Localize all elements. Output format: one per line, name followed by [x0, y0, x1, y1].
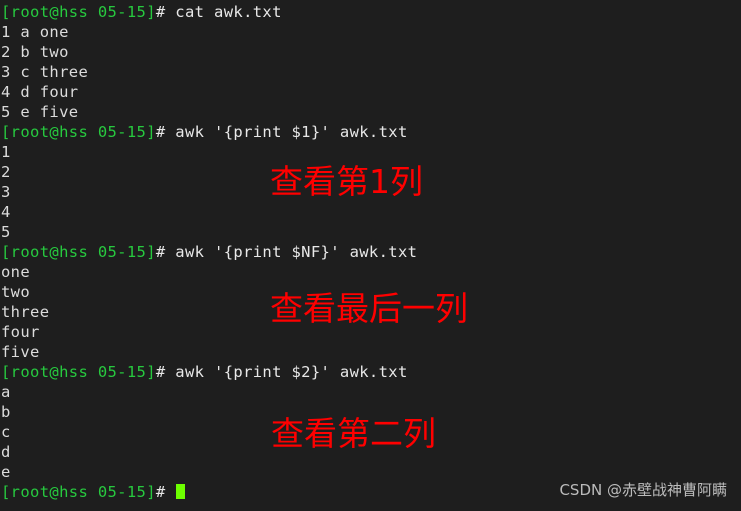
- output-text: five: [1, 343, 40, 361]
- output-text: 2 b two: [1, 43, 69, 61]
- output-text: 3 c three: [1, 63, 89, 81]
- output-text: 1 a one: [1, 23, 69, 41]
- shell-command: cat awk.txt: [165, 3, 282, 21]
- shell-prompt: [root@hss 05-15]: [1, 3, 156, 21]
- shell-prompt: [root@hss 05-15]: [1, 483, 156, 501]
- output-text: 5: [1, 223, 11, 241]
- output-text: 1: [1, 143, 11, 161]
- output-text: three: [1, 303, 50, 321]
- output-text: d: [1, 443, 11, 461]
- shell-command: awk '{print $NF}' awk.txt: [165, 243, 418, 261]
- terminal-output-line: e: [1, 462, 741, 482]
- terminal-command-line: [root@hss 05-15]# awk '{print $NF}' awk.…: [1, 242, 741, 262]
- terminal-window[interactable]: [root@hss 05-15]# cat awk.txt 1 a one 2 b …: [0, 0, 741, 511]
- terminal-output-line: 2 b two: [1, 42, 741, 62]
- output-text: c: [1, 423, 11, 441]
- terminal-output-line: 5 e five: [1, 102, 741, 122]
- terminal-command-line: [root@hss 05-15]# cat awk.txt: [1, 2, 741, 22]
- output-text: one: [1, 263, 31, 281]
- terminal-output-line: 1 a one: [1, 22, 741, 42]
- terminal-output-line: five: [1, 342, 741, 362]
- terminal-output-line: 4 d four: [1, 82, 741, 102]
- prompt-hash: #: [155, 123, 166, 141]
- annotation-last-column: 查看最后一列: [270, 289, 468, 328]
- prompt-hash: #: [155, 483, 166, 501]
- shell-command: [166, 483, 176, 501]
- text-cursor: [176, 484, 186, 499]
- csdn-watermark: CSDN @赤壁战神曹阿瞒: [559, 481, 727, 499]
- output-text: 4 d four: [1, 83, 79, 101]
- terminal-output-line: one: [1, 262, 741, 282]
- output-text: four: [1, 323, 40, 341]
- annotation-second-column: 查看第二列: [271, 414, 436, 453]
- output-text: 3: [1, 183, 11, 201]
- shell-prompt: [root@hss 05-15]: [1, 363, 156, 381]
- output-text: b: [1, 403, 11, 421]
- output-text: 4: [1, 203, 11, 221]
- prompt-hash: #: [155, 3, 166, 21]
- terminal-output-line: 4: [1, 202, 741, 222]
- output-text: e: [1, 463, 11, 481]
- terminal-command-line: [root@hss 05-15]# awk '{print $2}' awk.t…: [1, 362, 741, 382]
- shell-command: awk '{print $1}' awk.txt: [165, 123, 408, 141]
- output-text: two: [1, 283, 31, 301]
- terminal-output-line: 5: [1, 222, 741, 242]
- output-text: a: [1, 383, 11, 401]
- output-text: 2: [1, 163, 11, 181]
- terminal-output-line: 1: [1, 142, 741, 162]
- shell-prompt: [root@hss 05-15]: [1, 243, 156, 261]
- shell-prompt: [root@hss 05-15]: [1, 123, 156, 141]
- output-text: 5 e five: [1, 103, 79, 121]
- terminal-output-line: 3 c three: [1, 62, 741, 82]
- terminal-command-line: [root@hss 05-15]# awk '{print $1}' awk.t…: [1, 122, 741, 142]
- terminal-output-line: a: [1, 382, 741, 402]
- prompt-hash: #: [155, 243, 166, 261]
- prompt-hash: #: [155, 363, 166, 381]
- annotation-first-column: 查看第1列: [270, 162, 423, 201]
- shell-command: awk '{print $2}' awk.txt: [165, 363, 408, 381]
